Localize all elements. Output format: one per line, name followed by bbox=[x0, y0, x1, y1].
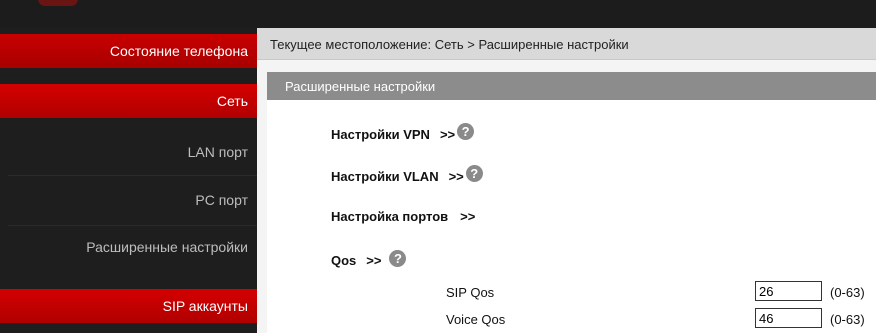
section-label: Настройки VPN bbox=[331, 127, 430, 142]
breadcrumb-bar: Текущее местоположение: Сеть > Расширенн… bbox=[257, 28, 876, 60]
sidebar-item-network[interactable]: Сеть bbox=[0, 84, 257, 118]
sidebar-item-label: Состояние телефона bbox=[109, 43, 248, 59]
advanced-settings-panel: Расширенные настройки Настройки VPN >> ?… bbox=[267, 72, 876, 333]
sidebar: Состояние телефона Сеть LAN порт PC порт… bbox=[0, 28, 257, 333]
expand-arrows[interactable]: >> bbox=[460, 209, 475, 224]
sidebar-item-label: PC порт bbox=[195, 192, 248, 208]
sidebar-item-phone-status[interactable]: Состояние телефона bbox=[0, 34, 257, 68]
sidebar-item-label: SIP аккаунты bbox=[162, 298, 248, 314]
top-header-bar bbox=[0, 0, 876, 28]
sidebar-item-label: Расширенные настройки bbox=[86, 239, 248, 255]
vpn-settings-link[interactable]: Настройки VPN >> ? bbox=[331, 123, 475, 143]
sidebar-item-pc-port[interactable]: PC порт bbox=[0, 183, 257, 217]
qos-settings-link[interactable]: Qos >> ? bbox=[331, 250, 407, 269]
sip-qos-range: (0-63) bbox=[830, 285, 865, 300]
expand-arrows[interactable]: >> bbox=[366, 253, 381, 268]
section-label: Настройка портов bbox=[331, 209, 449, 224]
sidebar-item-lan-port[interactable]: LAN порт bbox=[0, 135, 257, 169]
sidebar-item-label: Сеть bbox=[216, 93, 248, 109]
port-settings-link[interactable]: Настройка портов >> bbox=[331, 209, 475, 224]
expand-arrows[interactable]: >> bbox=[440, 127, 455, 142]
section-label: Настройки VLAN bbox=[331, 169, 439, 184]
vlan-settings-link[interactable]: Настройки VLAN >> ? bbox=[331, 165, 483, 185]
sidebar-item-advanced-settings[interactable]: Расширенные настройки bbox=[0, 230, 257, 264]
breadcrumb: Текущее местоположение: Сеть > Расширенн… bbox=[270, 37, 629, 52]
question-circle-icon[interactable]: ? bbox=[389, 250, 407, 267]
expand-arrows[interactable]: >> bbox=[449, 169, 464, 184]
brand-logo bbox=[38, 0, 78, 6]
question-circle-icon[interactable]: ? bbox=[465, 165, 483, 182]
sidebar-divider bbox=[8, 175, 257, 176]
sip-qos-label: SIP Qos bbox=[446, 285, 495, 300]
sidebar-item-sip-accounts[interactable]: SIP аккаунты bbox=[0, 289, 257, 323]
voice-qos-range: (0-63) bbox=[830, 312, 865, 327]
sidebar-divider bbox=[8, 225, 257, 226]
question-circle-icon[interactable]: ? bbox=[457, 123, 475, 140]
main-content: Текущее местоположение: Сеть > Расширенн… bbox=[257, 28, 876, 333]
panel-title: Расширенные настройки bbox=[285, 79, 436, 94]
panel-header: Расширенные настройки bbox=[267, 72, 876, 100]
section-label: Qos bbox=[331, 253, 357, 268]
sidebar-item-label: LAN порт bbox=[187, 144, 248, 160]
voice-qos-input[interactable] bbox=[755, 308, 822, 328]
voice-qos-label: Voice Qos bbox=[446, 312, 506, 327]
sip-qos-input[interactable] bbox=[755, 281, 822, 301]
